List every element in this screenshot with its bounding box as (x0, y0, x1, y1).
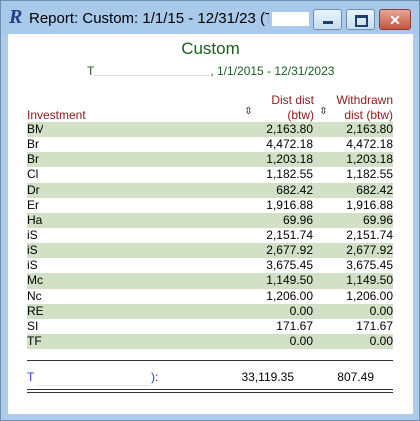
redacted-subtitle-part (94, 63, 211, 76)
redacted-total-label (37, 373, 150, 386)
table-row[interactable]: Ha 69.96 69.96 (27, 212, 393, 228)
maximize-button[interactable] (346, 9, 375, 30)
investment-cell: Ha (27, 212, 43, 227)
minimize-button[interactable] (313, 9, 342, 30)
dist-cell: 1,206.00 (266, 288, 313, 303)
investment-cell: Br (27, 152, 39, 167)
withdrawn-cell: 2,677.92 (346, 243, 393, 258)
investment-cell: Dr (27, 182, 40, 197)
table-row[interactable]: Br 1,203.18 1,203.18 (27, 152, 393, 168)
report-window: R Report: Custom: 1/1/15 - 12/31/23 (T ✕… (0, 0, 420, 421)
dist-cell: 2,677.92 (266, 243, 313, 258)
window-title: Report: Custom: 1/1/15 - 12/31/23 (T (29, 10, 269, 27)
total-withdrawn-value: 807.49 (337, 370, 374, 384)
sort-withdrawn-icon[interactable]: ⇳ (319, 105, 328, 119)
dist-cell: 69.96 (282, 212, 313, 227)
withdrawn-cell: 2,151.74 (346, 227, 393, 242)
table-row[interactable]: Cl 1,182.55 1,182.55 (27, 167, 393, 182)
table-row[interactable]: Br 4,472.18 4,472.18 (27, 137, 393, 152)
maximize-icon (355, 15, 368, 27)
minimize-icon (323, 21, 333, 24)
investment-cell: RE (27, 303, 43, 318)
total-double-rule-top (27, 389, 393, 390)
withdrawn-cell: 3,675.45 (346, 258, 393, 273)
table-row[interactable]: TF 0.00 0.00 (27, 333, 393, 350)
dist-cell: 2,151.74 (266, 227, 313, 242)
investment-cell: iS (27, 243, 38, 258)
total-double-rule-bottom (27, 392, 393, 393)
subtitle-prefix: T (87, 64, 95, 78)
total-label-suffix: ): (151, 370, 159, 384)
report-content: Custom T , 1/1/2015 - 12/31/2023 Investme… (8, 34, 413, 414)
investment-cell: TF (27, 333, 42, 348)
investment-cell: Nc (27, 288, 42, 303)
withdrawn-cell: 0.00 (369, 303, 393, 318)
table-row[interactable]: Dr 682.42 682.42 (27, 182, 393, 198)
withdrawn-cell: 4,472.18 (346, 137, 393, 152)
investment-cell: iS (27, 258, 38, 273)
dist-cell: 0.00 (289, 333, 313, 348)
subtitle-date-range: , 1/1/2015 - 12/31/2023 (210, 64, 335, 78)
withdrawn-cell: 2,163.80 (346, 122, 393, 136)
dist-cell: 1,916.88 (266, 197, 313, 212)
withdrawn-cell: 1,182.55 (346, 167, 393, 182)
withdrawn-cell: 1,916.88 (346, 197, 393, 212)
dist-cell: 0.00 (289, 303, 313, 318)
dist-cell: 3,675.45 (266, 258, 313, 273)
table-row[interactable]: Mc 1,149.50 1,149.50 (27, 273, 393, 289)
close-icon: ✕ (389, 12, 401, 28)
withdrawn-cell: 69.96 (362, 212, 393, 227)
investment-cell: SI (27, 318, 39, 333)
withdrawn-cell: 0.00 (369, 333, 393, 348)
table-row[interactable]: Er 1,916.88 1,916.88 (27, 198, 393, 213)
withdrawn-cell: 171.67 (356, 318, 393, 333)
app-logo-icon: R (9, 6, 23, 28)
dist-cell: 1,149.50 (266, 273, 313, 288)
investment-cell: Cl (27, 167, 39, 182)
table-row[interactable]: BM 2,163.80 2,163.80 (27, 122, 393, 138)
dist-cell: 171.67 (276, 318, 313, 333)
table-row[interactable]: RE 0.00 0.00 (27, 303, 393, 319)
dist-cell: 1,182.55 (266, 167, 313, 182)
investment-cell: iS (27, 227, 38, 242)
dist-cell: 682.42 (276, 182, 313, 197)
total-label-prefix: T (27, 370, 35, 384)
report-subtitle: T , 1/1/2015 - 12/31/2023 (87, 63, 335, 78)
withdrawn-cell: 1,203.18 (346, 152, 393, 167)
column-header-investment[interactable]: Investment (27, 108, 86, 123)
dist-cell: 1,203.18 (266, 152, 313, 167)
table-row[interactable]: Nc 1,206.00 1,206.00 (27, 289, 393, 304)
close-button[interactable]: ✕ (379, 9, 411, 30)
dist-cell: 4,472.18 (266, 137, 313, 152)
table-row[interactable]: iS 2,677.92 2,677.92 (27, 243, 393, 259)
withdrawn-cell: 682.42 (356, 182, 393, 197)
total-dist-value: 33,119.35 (241, 370, 295, 384)
withdrawn-cell: 1,206.00 (346, 288, 393, 303)
sort-dist-icon[interactable]: ⇳ (244, 105, 253, 119)
table-body: BM 2,163.80 2,163.80 Br 4,472.18 4,472.18 Br 1,… (27, 122, 393, 350)
total-divider (27, 360, 393, 361)
withdrawn-cell: 1,149.50 (346, 273, 393, 288)
title-bar[interactable]: R Report: Custom: 1/1/15 - 12/31/23 (T ✕ (1, 1, 419, 35)
table-row[interactable]: iS 3,675.45 3,675.45 (27, 258, 393, 273)
investment-cell: BM (27, 122, 43, 136)
investment-cell: Mc (27, 273, 43, 288)
investment-cell: Er (27, 197, 39, 212)
table-row[interactable]: iS 2,151.74 2,151.74 (27, 228, 393, 243)
table-row[interactable]: SI 171.67 171.67 (27, 319, 393, 334)
report-title: Custom (181, 39, 240, 58)
dist-cell: 2,163.80 (266, 122, 313, 136)
redacted-title-part (272, 12, 309, 26)
investment-cell: Br (27, 137, 39, 152)
